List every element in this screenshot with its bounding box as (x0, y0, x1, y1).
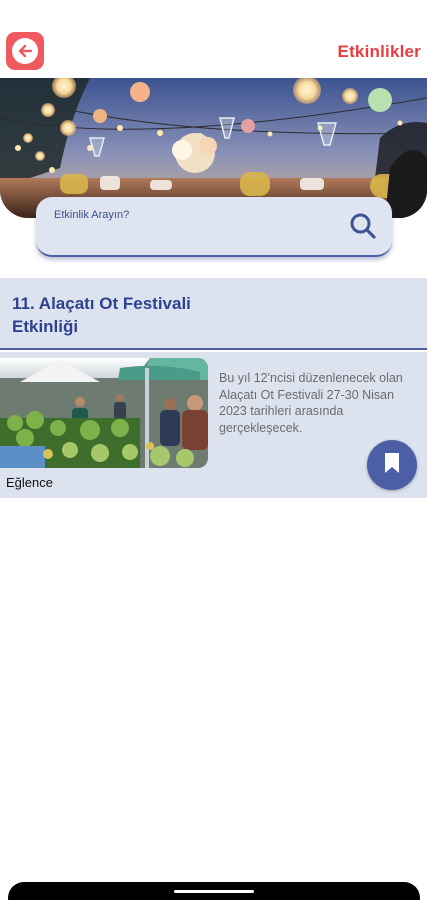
arrow-left-icon (12, 38, 38, 64)
event-photo[interactable] (0, 358, 208, 468)
search-icon[interactable] (348, 211, 378, 241)
event-title[interactable]: 11. Alaçatı Ot Festivali Etkinliği (12, 292, 272, 338)
event-description: Bu yıl 12'ncisi düzenlenecek olan Alaçat… (219, 371, 403, 435)
page-title: Etkinlikler (337, 42, 421, 61)
top-bar: Etkinlikler (0, 0, 427, 78)
bookmark-button[interactable] (367, 440, 417, 490)
bookmark-icon (382, 451, 402, 480)
search-input[interactable]: Etkinlik Arayın? (54, 209, 129, 221)
event-card[interactable]: Bu yıl 12'ncisi düzenlenecek olan Alaçat… (0, 352, 427, 498)
event-title-section: 11. Alaçatı Ot Festivali Etkinliği (0, 278, 427, 350)
back-button[interactable] (6, 32, 44, 70)
event-category: Eğlence (6, 475, 53, 490)
home-indicator[interactable] (174, 890, 254, 893)
search-bar[interactable]: Etkinlik Arayın? (36, 197, 392, 257)
